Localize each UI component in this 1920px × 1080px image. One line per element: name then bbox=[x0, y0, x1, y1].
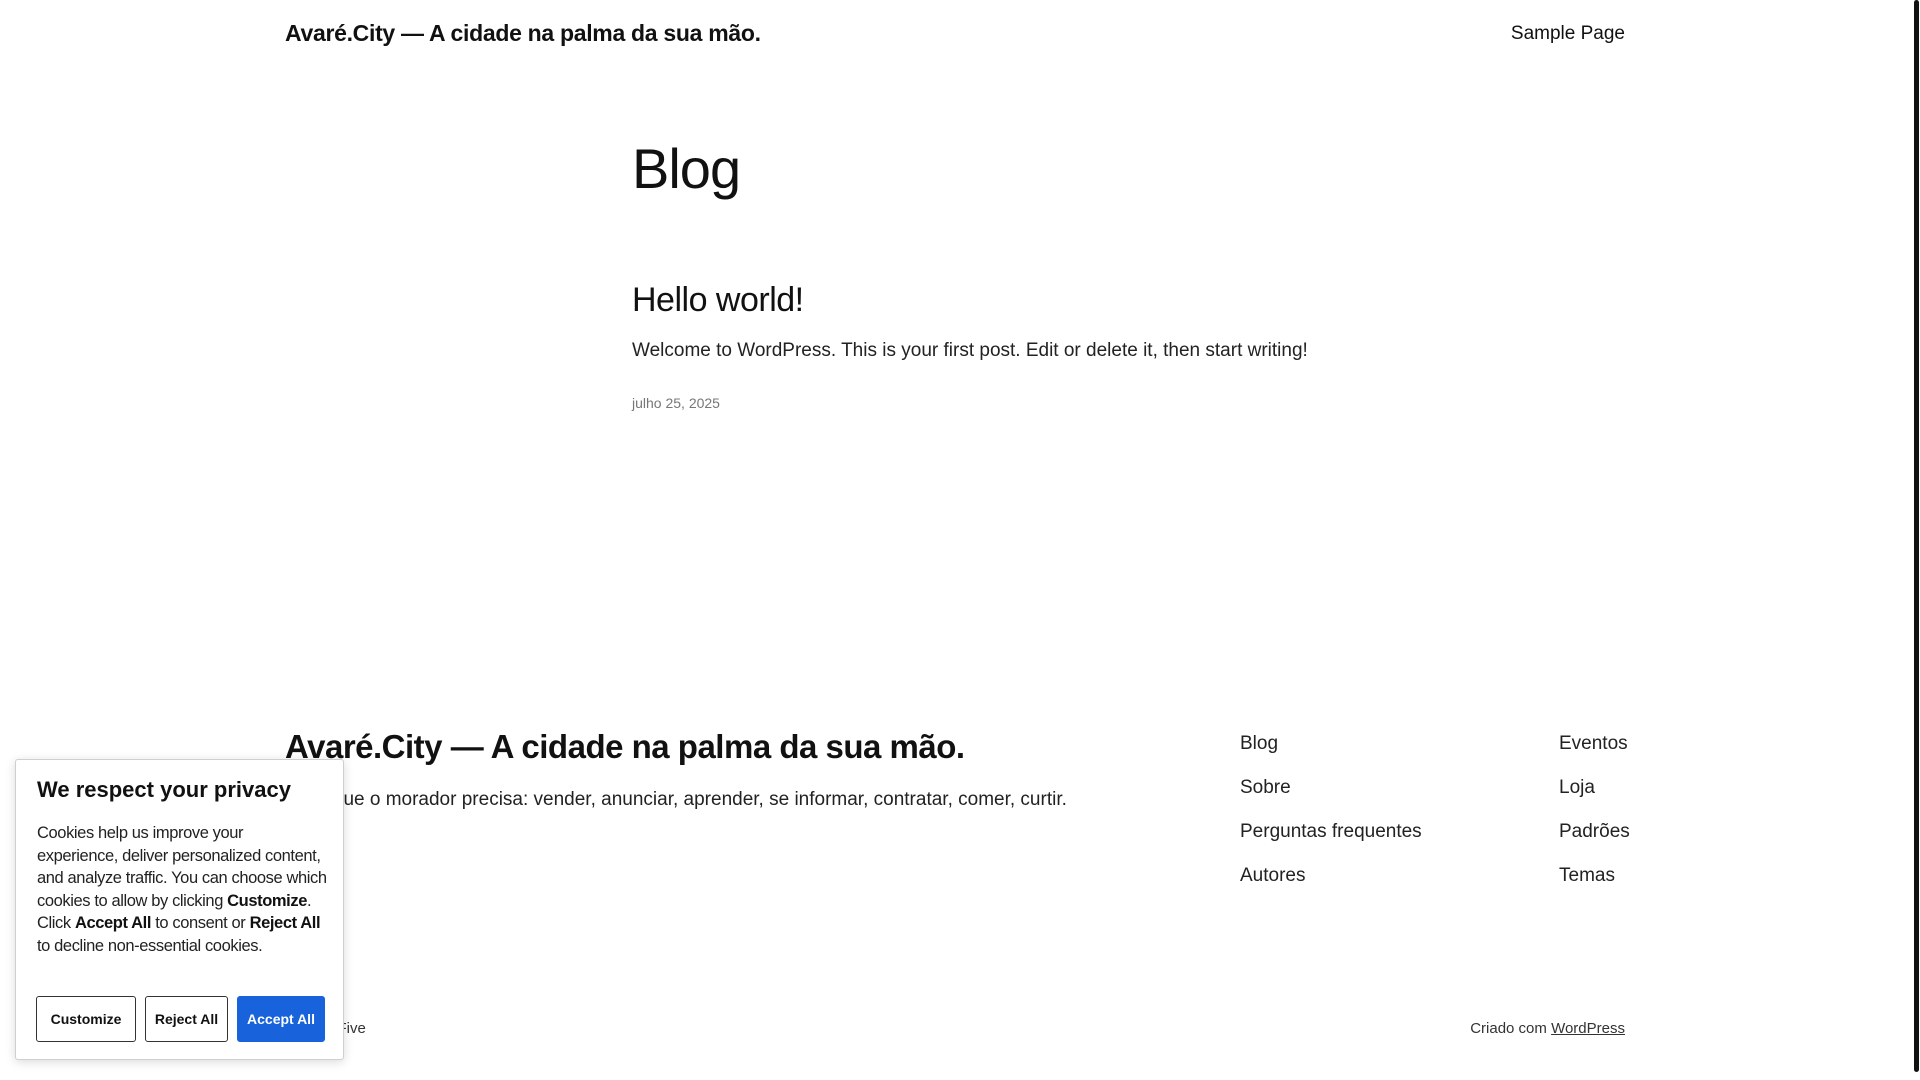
footer-link-temas[interactable]: Temas bbox=[1559, 862, 1630, 906]
cookie-text-customize: Customize bbox=[227, 891, 307, 910]
footer-site-title[interactable]: Avaré.City — A cidade na palma da sua mã… bbox=[285, 728, 965, 766]
page: Avaré.City — A cidade na palma da sua mã… bbox=[0, 0, 1912, 1080]
cookie-banner-text: Cookies help us improve your experience,… bbox=[37, 822, 327, 957]
cookie-accept-all-button[interactable]: Accept All bbox=[237, 996, 325, 1042]
page-scrollbar[interactable] bbox=[1912, 0, 1920, 1080]
cookie-consent-banner: We respect your privacy Cookies help us … bbox=[15, 759, 344, 1060]
footer-credit: Criado com WordPress bbox=[1470, 1020, 1625, 1037]
footer-link-eventos[interactable]: Eventos bbox=[1559, 730, 1630, 774]
post-date: julho 25, 2025 bbox=[632, 395, 720, 411]
cookie-text-part-4: to decline non-essential cookies. bbox=[37, 936, 263, 955]
cookie-text-accept: Accept All bbox=[74, 914, 152, 932]
footer-nav-column-1: Blog Sobre Perguntas frequentes Autores bbox=[1240, 730, 1422, 906]
cookie-text-part-3: to consent or bbox=[151, 914, 250, 932]
footer-link-padroes[interactable]: Padrões bbox=[1559, 818, 1630, 862]
scrollbar-thumb[interactable] bbox=[1914, 0, 1919, 1072]
footer-credit-prefix: Criado com bbox=[1470, 1020, 1547, 1037]
cookie-banner-title: We respect your privacy bbox=[37, 777, 291, 802]
footer-link-perguntas-frequentes[interactable]: Perguntas frequentes bbox=[1240, 818, 1422, 862]
footer-link-loja[interactable]: Loja bbox=[1559, 774, 1630, 818]
cookie-customize-button[interactable]: Customize bbox=[36, 996, 136, 1042]
post-excerpt: Welcome to WordPress. This is your first… bbox=[632, 340, 1308, 361]
footer-tagline: Tudo que o morador precisa: vender, anun… bbox=[285, 789, 1067, 810]
post-title-link[interactable]: Hello world! bbox=[632, 281, 804, 320]
footer-link-autores[interactable]: Autores bbox=[1240, 862, 1422, 906]
page-title: Blog bbox=[632, 137, 741, 200]
footer-wordpress-link[interactable]: WordPress bbox=[1551, 1020, 1625, 1037]
cookie-reject-all-button[interactable]: Reject All bbox=[145, 996, 228, 1042]
footer-link-blog[interactable]: Blog bbox=[1240, 730, 1422, 774]
cookie-text-reject: Reject All bbox=[249, 914, 321, 932]
nav-sample-page-link[interactable]: Sample Page bbox=[1511, 23, 1625, 45]
footer-nav-column-2: Eventos Loja Padrões Temas bbox=[1559, 730, 1630, 906]
site-title[interactable]: Avaré.City — A cidade na palma da sua mã… bbox=[285, 20, 761, 47]
footer-link-sobre[interactable]: Sobre bbox=[1240, 774, 1422, 818]
